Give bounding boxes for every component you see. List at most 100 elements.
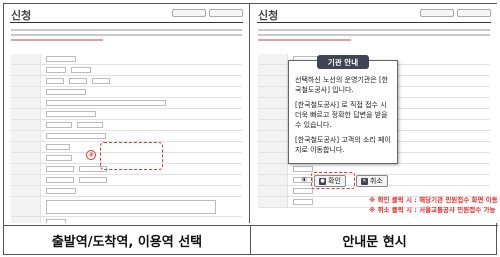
left-caption: 출발역/도착역, 이용역 선택: [4, 225, 251, 254]
form-input[interactable]: [71, 67, 91, 73]
station-select[interactable]: [46, 166, 74, 172]
form-label: [11, 217, 41, 223]
form-row: [11, 109, 242, 120]
form-row: [11, 76, 242, 87]
cancel-button[interactable]: ✕ 취소: [355, 175, 388, 187]
notice-block: [258, 26, 490, 50]
cancel-label: 취소: [369, 177, 383, 185]
form-input[interactable]: [46, 122, 72, 128]
form-row: [11, 197, 242, 217]
notice-line: [258, 34, 490, 36]
file-button[interactable]: [46, 219, 66, 223]
form-input[interactable]: [46, 111, 96, 117]
step-number-badge: ③: [86, 150, 96, 160]
form-input[interactable]: [46, 188, 76, 194]
top-button[interactable]: [172, 9, 206, 17]
modal-buttons: ● 확인 ✕ 취소: [314, 175, 388, 187]
form-input[interactable]: [77, 122, 103, 128]
form-input[interactable]: [46, 155, 72, 161]
confirm-button[interactable]: ● 확인: [314, 175, 346, 187]
notice-block: [11, 26, 242, 50]
title-divider: [257, 22, 491, 23]
form-input[interactable]: [46, 133, 106, 139]
form-input[interactable]: [46, 100, 166, 106]
notice-line: [258, 29, 490, 31]
form-input[interactable]: [46, 144, 70, 150]
top-button[interactable]: [420, 9, 454, 17]
form-label: [258, 54, 288, 64]
notice-line: [258, 39, 351, 41]
form-row: [11, 120, 242, 131]
form-input[interactable]: [293, 166, 313, 172]
top-buttons: [420, 9, 491, 17]
form-label: [258, 76, 288, 86]
form-row: [11, 131, 242, 142]
confirm-label: 확인: [328, 177, 341, 185]
comparison-frame: 신청 ③ 신청 기관 안내 선택하신 노선의 운영기관은 [한국철도공사] 입니…: [3, 3, 498, 255]
form-input[interactable]: [46, 89, 86, 95]
form-label: [11, 142, 41, 152]
cancel-icon: ✕: [360, 177, 368, 185]
form-label: [258, 120, 288, 130]
form-label: [258, 131, 288, 141]
top-button[interactable]: [457, 9, 491, 17]
notice-line: [11, 39, 104, 41]
form-input[interactable]: [46, 67, 66, 73]
form-label: [11, 175, 41, 185]
form-row: [11, 217, 242, 223]
content-textarea[interactable]: [46, 199, 216, 214]
footnotes: ※ 확인 클릭 시 : 해당기관 민원접수 화면 이동 ※ 취소 클릭 시 : …: [369, 195, 497, 215]
page-title: 신청: [258, 9, 279, 22]
form-label: [11, 87, 41, 97]
page-title: 신청: [11, 9, 32, 22]
form-label: [11, 197, 41, 216]
form-label: [258, 153, 288, 163]
form-label: [258, 142, 288, 152]
form-label: [11, 164, 41, 174]
application-form: [11, 54, 242, 223]
left-panel: 신청 ③: [4, 4, 250, 223]
form-row: [11, 98, 242, 109]
form-label: [258, 164, 288, 174]
footnote-confirm: ※ 확인 클릭 시 : 해당기관 민원접수 화면 이동: [369, 196, 497, 204]
form-label: [11, 109, 41, 119]
form-label: [11, 120, 41, 130]
title-divider: [10, 22, 243, 23]
form-label: [11, 186, 41, 196]
form-label: [11, 54, 41, 64]
route-selection-highlight: [100, 142, 163, 170]
form-input[interactable]: [46, 78, 64, 84]
modal-paragraph: [한국철도공사] 고객의 소리 페이지로 이동합니다.: [295, 136, 391, 154]
file-button[interactable]: [293, 188, 313, 194]
form-row: [11, 54, 242, 65]
confirm-icon: ●: [319, 177, 326, 185]
form-row: [11, 65, 242, 76]
notice-line: [11, 34, 242, 36]
form-label: [258, 109, 288, 119]
modal-paragraph: 선택하신 노선의 운영기관은 [한국철도공사] 입니다.: [295, 76, 389, 94]
form-label: [258, 87, 288, 97]
station-select[interactable]: [46, 177, 74, 183]
form-label: [11, 98, 41, 108]
form-label: [258, 186, 288, 196]
form-label: [258, 197, 288, 207]
footnote-cancel: ※ 취소 클릭 시 : 서울교통공사 민원접수 가능: [369, 206, 496, 214]
form-input[interactable]: [92, 78, 110, 84]
form-row: [11, 175, 242, 186]
file-button[interactable]: [293, 199, 313, 205]
agency-notice-modal: 기관 안내 선택하신 노선의 운영기관은 [한국철도공사] 입니다. [한국철도…: [288, 55, 398, 164]
form-label: [258, 65, 288, 75]
right-panel: 신청 기관 안내 선택하신 노선의 운영기관은 [한국철도공사] 입니다. [한…: [251, 4, 497, 223]
form-label: [11, 131, 41, 141]
form-row: [11, 186, 242, 197]
form-input[interactable]: [46, 56, 76, 62]
top-buttons: [172, 9, 243, 17]
top-button[interactable]: [209, 9, 243, 17]
form-label: [258, 175, 288, 185]
form-label: [258, 98, 288, 108]
modal-body: 선택하신 노선의 운영기관은 [한국철도공사] 입니다. [한국철도공사] 로 …: [295, 75, 393, 160]
form-input[interactable]: [69, 78, 87, 84]
right-caption: 안내문 현시: [251, 225, 498, 254]
station-select[interactable]: [79, 177, 107, 183]
modal-title: 기관 안내: [317, 55, 369, 69]
